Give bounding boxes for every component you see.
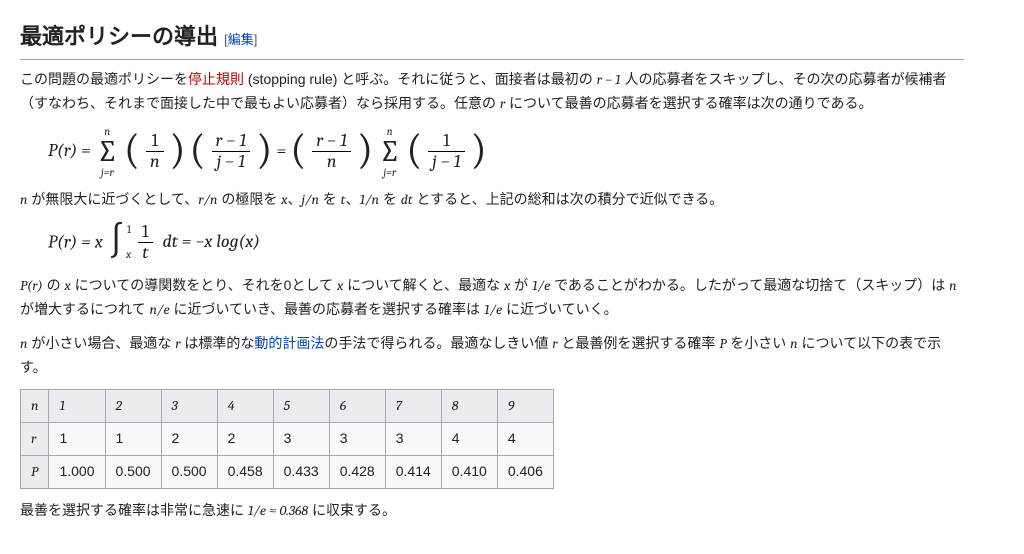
equation-1: P(r) = n ∑ j=r ( 1n ) ( r − 1j − 1 ) = (… [48,126,964,178]
paragraph-intro: この問題の最適ポリシーを停止規則 (stopping rule) と呼ぶ。それに… [20,68,964,116]
paragraph-limit: n が無限大に近づくとして、r/n の極限を x、j/n を t、1/n を d… [20,188,964,212]
col-n: n [21,390,49,423]
sum-symbol: n ∑ j=r [97,126,118,178]
paragraph-convergence: 最善を選択する確率は非常に急速に 1/e ≈ 0.368 に収束する。 [20,499,964,523]
results-table: n 1 2 3 4 5 6 7 8 9 r 1 1 2 2 3 3 3 4 4 … [20,389,554,488]
edit-link[interactable]: 編集 [228,32,254,47]
paragraph-derivative: P(r) の x についての導関数をとり、それを0として x について解くと、最… [20,274,964,322]
row-P: P [21,455,49,488]
edit-section: [編集] [224,32,257,47]
table-row: P 1.000 0.500 0.500 0.458 0.433 0.428 0.… [21,455,554,488]
heading-text: 最適ポリシーの導出 [20,24,218,49]
equation-2: P(r) = x 1 ∫ x 1t dt = −x log(x) [48,222,964,264]
integral-symbol: 1 ∫ x [109,223,124,263]
section-heading: 最適ポリシーの導出 [編集] [20,18,964,60]
paragraph-small-n: n が小さい場合、最適な r は標準的な動的計画法の手法で得られる。最適なしきい… [20,332,964,380]
stopping-rule-link[interactable]: 停止規則 [188,71,244,87]
table-row: n 1 2 3 4 5 6 7 8 9 [21,390,554,423]
table-row: r 1 1 2 2 3 3 3 4 4 [21,423,554,456]
sum-symbol-2: n ∑ j=r [379,126,400,178]
math-r-minus-1: r − 1 [597,71,621,88]
row-r: r [21,423,49,456]
dynamic-programming-link[interactable]: 動的計画法 [254,335,324,351]
